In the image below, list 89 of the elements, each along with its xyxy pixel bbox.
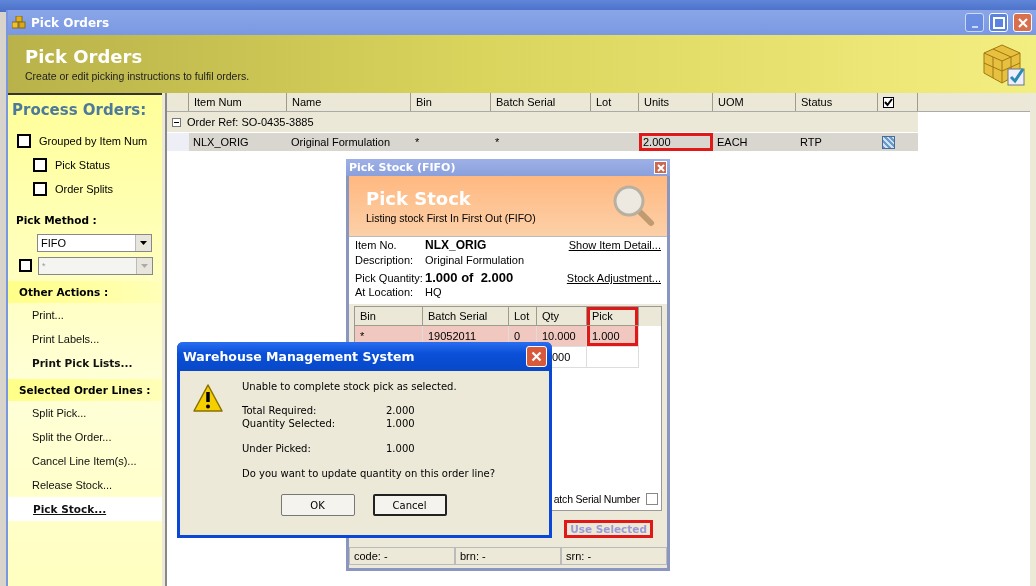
- message-value: 2.000: [386, 405, 415, 418]
- field-label: Pick Quantity:: [355, 272, 424, 284]
- column-header[interactable]: Lot: [591, 93, 639, 111]
- minimize-button[interactable]: [965, 13, 984, 32]
- field-label: Description:: [355, 254, 415, 266]
- status-field: srn: -: [561, 547, 667, 565]
- action-link[interactable]: Print Pick Lists...: [8, 351, 162, 375]
- field-value: HQ: [425, 286, 442, 298]
- row-checkbox[interactable]: [882, 135, 895, 149]
- message-label: Under Picked:: [242, 443, 312, 456]
- maximize-icon: [992, 16, 1005, 29]
- section-heading: Selected Order Lines :: [8, 379, 162, 401]
- message-label: Quantity Selected:: [242, 418, 337, 431]
- field-label: Item No.: [355, 239, 398, 251]
- page-title: Pick Orders: [25, 46, 144, 67]
- close-button[interactable]: [526, 346, 547, 367]
- action-link[interactable]: Print...: [8, 303, 162, 327]
- dialog-button[interactable]: OK: [280, 494, 355, 516]
- magnifier-icon: [611, 183, 657, 229]
- boxes-icon: [12, 16, 26, 29]
- group-label: Order Ref: SO-0435-3885: [187, 116, 314, 128]
- action-link[interactable]: Pick Stock...: [8, 497, 162, 521]
- dialog-heading: Pick Stock: [366, 188, 472, 209]
- minimize-icon: [971, 25, 978, 28]
- option-checkbox[interactable]: Order Splits: [8, 177, 162, 201]
- column-header[interactable]: Units: [639, 93, 713, 111]
- table-cell: 1.000: [587, 326, 639, 347]
- action-link[interactable]: Release Stock...: [8, 473, 162, 497]
- message-question: Do you want to update quantity on this order line?: [242, 468, 496, 481]
- column-header[interactable]: Pick: [587, 307, 639, 326]
- table-cell: NLX_ORIG: [189, 132, 287, 151]
- window-title: Pick Orders: [31, 15, 110, 30]
- close-button[interactable]: [1013, 13, 1032, 32]
- close-icon: [531, 351, 542, 362]
- status-field: code: -: [349, 547, 455, 565]
- table-cell: EACH: [713, 132, 796, 151]
- message-text: Unable to complete stock pick as selected.: [242, 381, 458, 394]
- pick-method-dropdown[interactable]: FIFO: [37, 233, 152, 252]
- field-value: 1.000 of 2.000: [425, 270, 514, 285]
- message-value: 1.000: [386, 418, 415, 431]
- column-header[interactable]: UOM: [713, 93, 796, 111]
- field-value: Original Formulation: [425, 254, 525, 266]
- table-cell: Original Formulation: [287, 132, 411, 151]
- table-cell: *: [491, 132, 591, 151]
- item-detail-link[interactable]: Show Item Detail...: [568, 239, 661, 251]
- check-all-icon[interactable]: [883, 96, 894, 108]
- panel-title: Process Orders:: [11, 101, 148, 119]
- column-header[interactable]: Name: [287, 93, 411, 111]
- option-checkbox[interactable]: Pick Status: [8, 153, 162, 177]
- column-header[interactable]: Qty: [537, 307, 587, 326]
- action-link[interactable]: Split the Order...: [8, 425, 162, 449]
- message-value: 1.000: [386, 443, 415, 456]
- close-icon: [1016, 16, 1029, 29]
- action-link[interactable]: Cancel Line Item(s)...: [8, 449, 162, 473]
- warning-icon: [192, 383, 224, 413]
- column-header[interactable]: Lot: [509, 307, 537, 326]
- page-subtitle: Create or edit picking instructions to fulfil orders.: [25, 70, 250, 82]
- dialog-title: Warehouse Management System: [183, 349, 415, 364]
- dialog-subtitle: Listing stock First In First Out (FIFO): [366, 212, 536, 224]
- option-checkbox[interactable]: Grouped by Item Num: [8, 129, 162, 153]
- table-cell: 10.000: [537, 326, 587, 347]
- column-header[interactable]: Status: [796, 93, 878, 111]
- action-link[interactable]: Print Labels...: [8, 327, 162, 351]
- field-value: NLX_ORIG: [425, 238, 487, 252]
- collapse-toggle[interactable]: [172, 117, 181, 127]
- close-button[interactable]: [654, 161, 667, 174]
- section-heading: Other Actions :: [8, 281, 162, 303]
- batch-serial-checkbox[interactable]: [646, 493, 658, 505]
- column-header[interactable]: Batch Serial: [423, 307, 509, 326]
- option-label: atch Serial Number: [553, 493, 640, 505]
- section-heading: Pick Method :: [15, 213, 98, 228]
- status-field: brn: -: [455, 547, 561, 565]
- table-cell: *: [411, 132, 491, 151]
- column-header[interactable]: Bin: [411, 93, 491, 111]
- stock-adjustment-link[interactable]: Stock Adjustment...: [566, 272, 661, 284]
- field-label: At Location:: [355, 286, 415, 298]
- column-header[interactable]: Bin: [355, 307, 423, 326]
- action-link[interactable]: Split Pick...: [8, 401, 162, 425]
- dialog-title: Pick Stock (FIFO): [349, 161, 456, 174]
- close-icon: [656, 163, 665, 172]
- table-cell: 2.000: [639, 132, 713, 151]
- column-header[interactable]: Batch Serial: [491, 93, 591, 111]
- message-label: Total Required:: [242, 405, 318, 418]
- table-cell: RTP: [796, 132, 878, 151]
- dialog-button[interactable]: Cancel: [372, 494, 447, 516]
- maximize-button[interactable]: [989, 13, 1008, 32]
- column-header[interactable]: Item Num: [189, 93, 287, 111]
- dropdown-arrow-icon: [140, 240, 147, 245]
- dropdown-arrow-icon: [141, 263, 148, 268]
